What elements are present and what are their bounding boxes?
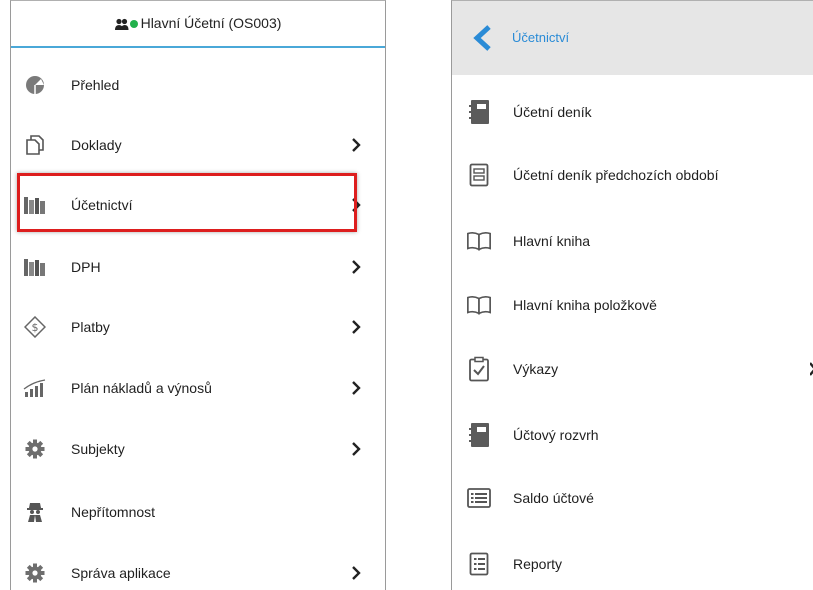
journal-icon xyxy=(466,98,492,126)
payment-icon: $ xyxy=(23,315,47,339)
journal-icon xyxy=(466,421,492,449)
submenu-item-label: Účetní deník předchozích období xyxy=(513,167,719,183)
list-icon xyxy=(466,484,492,512)
online-status-dot xyxy=(129,19,138,28)
menu-item-label: Platby xyxy=(71,319,110,335)
submenu-item-label: Účtový rozvrh xyxy=(513,427,599,443)
submenu-item-label: Saldo účtové xyxy=(513,490,594,506)
chevron-right-icon xyxy=(352,260,361,274)
menu-item-plan-nakladu[interactable]: Plán nákladů a výnosů xyxy=(11,358,385,418)
submenu-item-label: Hlavní kniha xyxy=(513,233,591,249)
submenu-item-label: Reporty xyxy=(513,556,563,572)
submenu-item-vykazy[interactable]: Výkazy xyxy=(452,339,813,399)
submenu-item-hlavni-kniha[interactable]: Hlavní kniha xyxy=(452,211,813,271)
menu-item-label: Subjekty xyxy=(71,441,125,457)
menu-item-label: Přehled xyxy=(71,77,120,93)
menu-item-dph[interactable]: DPH xyxy=(11,237,385,297)
submenu-item-ucetni-denik[interactable]: Účetní deník xyxy=(452,82,813,142)
menu-item-label: Nepřítomnost xyxy=(71,504,156,520)
growth-chart-icon xyxy=(23,376,47,400)
chevron-right-icon xyxy=(352,381,361,395)
menu-item-label: Doklady xyxy=(71,137,122,153)
chevron-right-icon xyxy=(352,442,361,456)
submenu-title: Účetnictví xyxy=(512,30,570,45)
chevron-right-icon xyxy=(352,566,361,580)
back-arrow-icon[interactable] xyxy=(472,25,494,51)
menu-item-nepritomnost[interactable]: Nepřítomnost xyxy=(11,482,385,542)
submenu-item-reporty[interactable]: Reporty xyxy=(452,534,813,590)
submenu-item-saldo-uctove[interactable]: Saldo účtové xyxy=(452,468,813,528)
menu-item-sprava-aplikace[interactable]: Správa aplikace xyxy=(11,543,385,590)
submenu-item-label: Hlavní kniha položkově xyxy=(513,297,657,313)
menu-item-subjekty[interactable]: Subjekty xyxy=(11,419,385,479)
archive-journal-icon xyxy=(466,161,492,189)
books-icon xyxy=(23,255,47,279)
submenu-item-label: Výkazy xyxy=(513,361,559,377)
highlight-box xyxy=(17,173,357,232)
menu-item-prehled[interactable]: Přehled xyxy=(11,55,385,115)
report-icon xyxy=(466,550,492,578)
user-name: Hlavní Účetní (OS003) xyxy=(140,15,282,31)
svg-text:$: $ xyxy=(32,321,39,334)
submenu-item-hlavni-kniha-polozkove[interactable]: Hlavní kniha položkově xyxy=(452,275,813,335)
user-header[interactable]: Hlavní Účetní (OS003) xyxy=(11,1,385,48)
documents-icon xyxy=(23,133,47,157)
menu-item-platby[interactable]: $ Platby xyxy=(11,297,385,357)
submenu-item-label: Účetní deník xyxy=(513,104,592,120)
menu-item-label: Plán nákladů a výnosů xyxy=(71,380,212,396)
menu-item-label: Správa aplikace xyxy=(71,565,171,581)
chevron-right-icon xyxy=(352,320,361,334)
open-book-icon xyxy=(466,227,492,255)
pie-chart-icon xyxy=(23,73,47,97)
open-book-icon xyxy=(466,291,492,319)
submenu-item-uctovy-rozvrh[interactable]: Účtový rozvrh xyxy=(452,405,813,465)
gear-icon xyxy=(23,561,47,585)
users-icon xyxy=(114,18,129,30)
submenu-item-ucetni-denik-predchozich[interactable]: Účetní deník předchozích období xyxy=(452,145,813,205)
menu-item-label: DPH xyxy=(71,259,101,275)
submenu-panel: Účetnictví Účetní deník Účetní deník pře… xyxy=(451,0,813,590)
spy-icon xyxy=(23,500,47,524)
menu-item-doklady[interactable]: Doklady xyxy=(11,115,385,175)
submenu-header[interactable]: Účetnictví xyxy=(452,1,813,75)
main-menu-panel: Hlavní Účetní (OS003) Přehled Doklady Úč… xyxy=(10,0,386,590)
chevron-right-icon xyxy=(352,138,361,152)
clipboard-check-icon xyxy=(466,355,492,383)
gear-icon xyxy=(23,437,47,461)
